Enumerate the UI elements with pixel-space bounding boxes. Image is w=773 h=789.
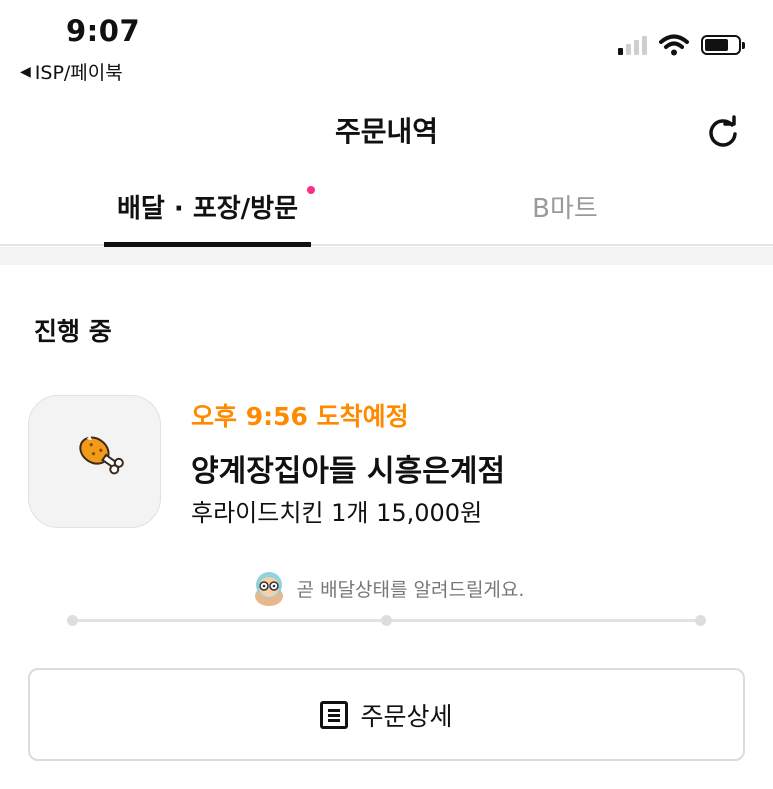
order-summary: 후라이드치킨 1개 15,000원 [191,499,483,527]
new-badge-dot [307,186,315,194]
refresh-button[interactable] [703,112,743,152]
progress-step-delivering [695,615,706,626]
tab-delivery-takeout[interactable]: 배달 · 포장/방문 [104,186,315,248]
notice-text: 곧 배달상태를 알려드릴게요. [296,578,525,601]
wifi-icon [659,34,689,56]
battery-icon [701,35,745,55]
back-app-label: ISP/페이북 [34,62,123,84]
status-bar: 9:07 ◀ ISP/페이북 [0,0,773,90]
store-thumbnail[interactable] [28,395,161,528]
mascot-icon [254,572,283,606]
delivery-progress-bar [67,614,706,626]
eta-text: 오후 9:56 도착예정 [191,402,409,431]
order-detail-button[interactable]: 주문상세 [28,668,745,761]
progress-step-accepted [67,615,78,626]
section-title-in-progress: 진행 중 [32,312,112,350]
tab-delivery-label: 배달 · 포장/방문 [117,194,298,224]
section-divider [0,247,773,265]
header: 주문내역 [0,100,773,160]
tab-bmart-label: B마트 [532,194,598,224]
tab-bmart[interactable]: B마트 [500,188,630,225]
cellular-signal-icon [618,35,647,55]
chicken-drumstick-icon [78,435,124,474]
progress-step-cooking [381,615,392,626]
store-name[interactable]: 양계장집아들 시흥은계점 [191,446,505,490]
order-detail-label: 주문상세 [360,701,453,731]
back-to-app-link[interactable]: ◀ ISP/페이북 [20,58,123,85]
delivery-status-notice: 곧 배달상태를 알려드릴게요. [0,568,773,608]
order-type-tabs: 배달 · 포장/방문 B마트 [0,170,773,248]
back-triangle-icon: ◀ [20,63,31,80]
status-icons [618,34,745,56]
page-title: 주문내역 [334,115,439,148]
status-time: 9:07 [66,14,141,48]
refresh-icon [709,115,737,147]
receipt-icon [320,700,349,729]
